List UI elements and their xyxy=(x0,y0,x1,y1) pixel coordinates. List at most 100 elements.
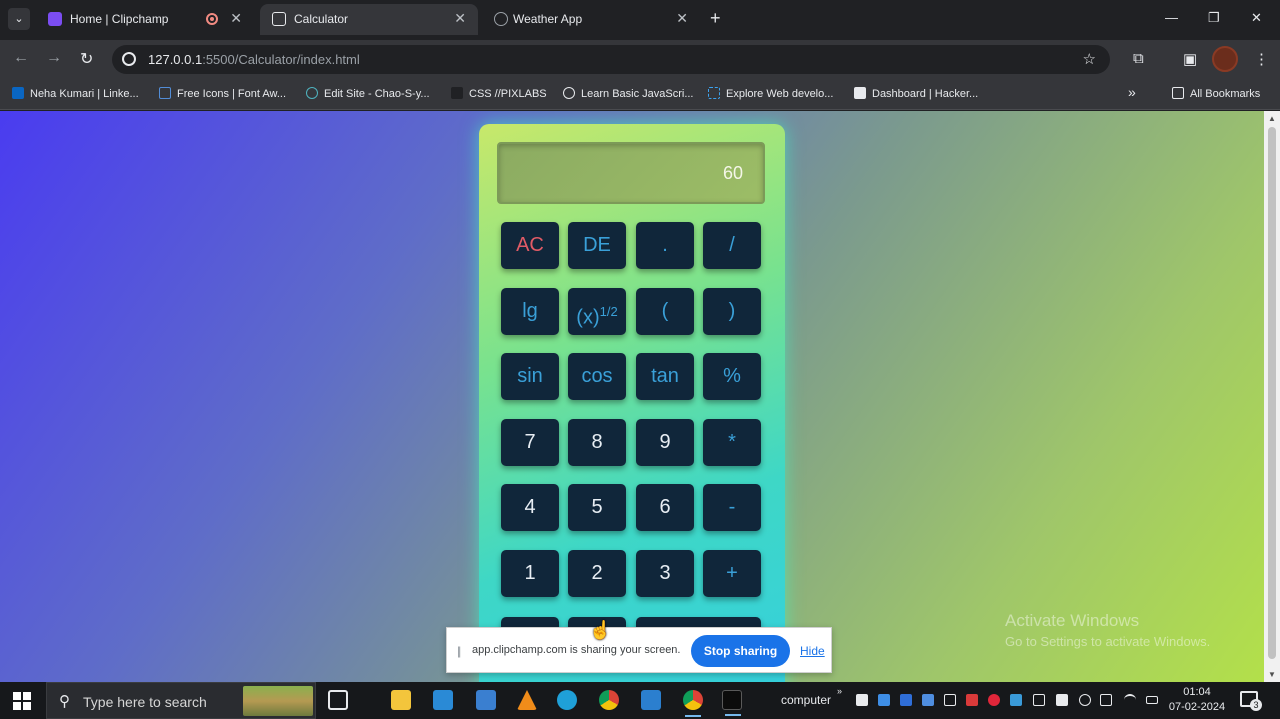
close-tab-icon[interactable]: ✕ xyxy=(230,10,242,27)
hide-button[interactable]: Hide xyxy=(800,644,825,658)
tray-label[interactable]: computer xyxy=(781,693,831,707)
bookmark-item[interactable]: Edit Site - Chao-S-y... xyxy=(306,87,430,100)
key-8[interactable]: 8 xyxy=(568,419,626,466)
web-dev-icon xyxy=(708,87,720,99)
drag-handle[interactable]: || xyxy=(457,644,461,658)
key-close-paren[interactable]: ) xyxy=(703,288,761,335)
key-5[interactable]: 5 xyxy=(568,484,626,531)
key-percent[interactable]: % xyxy=(703,353,761,400)
key-4[interactable]: 4 xyxy=(501,484,559,531)
activate-windows-watermark: Activate Windows Go to Settings to activ… xyxy=(1005,611,1210,649)
key-open-paren[interactable]: ( xyxy=(636,288,694,335)
tray-app-icon[interactable] xyxy=(944,694,956,706)
key-minus[interactable]: - xyxy=(703,484,761,531)
taskbar-clock[interactable]: 01:04 07-02-2024 xyxy=(1166,685,1228,715)
key-sqrt[interactable]: (x)1/2 xyxy=(568,288,626,335)
forward-button[interactable]: → xyxy=(46,49,62,67)
all-bookmarks-button[interactable]: All Bookmarks xyxy=(1172,87,1260,100)
key-multiply[interactable]: * xyxy=(703,419,761,466)
scrollbar-thumb[interactable] xyxy=(1268,127,1276,659)
scroll-down-arrow[interactable]: ▼ xyxy=(1268,670,1276,679)
tray-overflow-icon[interactable]: » xyxy=(837,686,849,698)
store-icon[interactable] xyxy=(433,690,453,710)
bookmark-item[interactable]: Neha Kumari | Linke... xyxy=(12,87,139,100)
profile-avatar[interactable] xyxy=(1212,46,1238,72)
vscode-icon[interactable] xyxy=(641,690,661,710)
minimize-button[interactable]: — xyxy=(1165,10,1178,25)
key-log[interactable]: lg xyxy=(501,288,559,335)
key-all-clear[interactable]: AC xyxy=(501,222,559,269)
restore-button[interactable]: ❐ xyxy=(1208,10,1220,26)
stop-sharing-button[interactable]: Stop sharing xyxy=(691,635,790,667)
tray-app-icon[interactable] xyxy=(878,694,890,706)
key-decimal[interactable]: . xyxy=(636,222,694,269)
key-7[interactable]: 7 xyxy=(501,419,559,466)
close-window-button[interactable]: ✕ xyxy=(1251,10,1262,26)
tray-app-icon[interactable] xyxy=(1033,694,1045,706)
tray-app-icon[interactable] xyxy=(900,694,912,706)
new-tab-button[interactable]: + xyxy=(710,8,721,29)
watermark-subtitle: Go to Settings to activate Windows. xyxy=(1005,634,1211,649)
bookmark-item[interactable]: CSS //PIXLABS xyxy=(451,87,547,100)
mail-icon[interactable] xyxy=(476,690,496,710)
globe-icon xyxy=(494,12,508,26)
tray-app-icon[interactable] xyxy=(966,694,978,706)
url-text[interactable]: 127.0.0.1:5500/Calculator/index.html xyxy=(148,52,360,67)
bookmark-star-icon[interactable]: ☆ xyxy=(1083,50,1096,68)
edge-icon[interactable] xyxy=(557,690,577,710)
key-6[interactable]: 6 xyxy=(636,484,694,531)
battery-icon[interactable] xyxy=(1146,696,1158,704)
fontawesome-icon xyxy=(159,87,171,99)
back-button[interactable]: ← xyxy=(13,49,29,67)
notification-icon[interactable]: 3 xyxy=(1240,691,1262,711)
wifi-icon[interactable] xyxy=(1124,694,1136,706)
tab-search-button[interactable]: ⌄ xyxy=(8,8,30,30)
bookmark-item[interactable]: Dashboard | Hacker... xyxy=(854,87,978,100)
tab-clipchamp[interactable]: Home | Clipchamp ✕ xyxy=(36,4,254,35)
key-9[interactable]: 9 xyxy=(636,419,694,466)
key-delete[interactable]: DE xyxy=(568,222,626,269)
page-scrollbar[interactable]: ▲ ▼ xyxy=(1264,111,1280,682)
key-tan[interactable]: tan xyxy=(636,353,694,400)
tray-app-icon[interactable] xyxy=(1079,694,1091,706)
tray-app-icon[interactable] xyxy=(988,694,1000,706)
key-3[interactable]: 3 xyxy=(636,550,694,597)
key-cos[interactable]: cos xyxy=(568,353,626,400)
page-viewport: 60 AC DE. / lg (x)1/2() sin cos tan% 7 8 9 * 4 5 6- 1 2 3… xyxy=(0,111,1264,682)
close-tab-icon[interactable]: ✕ xyxy=(454,10,466,27)
key-1[interactable]: 1 xyxy=(501,550,559,597)
terminal-icon[interactable] xyxy=(722,690,742,716)
taskbar-search[interactable]: ⚲ Type here to search xyxy=(46,682,316,719)
task-view-icon[interactable] xyxy=(328,690,348,710)
key-plus[interactable]: + xyxy=(703,550,761,597)
key-divide[interactable]: / xyxy=(703,222,761,269)
tray-app-icon[interactable] xyxy=(1010,694,1022,706)
tray-app-icon[interactable] xyxy=(1056,694,1068,706)
menu-icon[interactable]: ⋮ xyxy=(1254,50,1269,68)
site-info-icon[interactable] xyxy=(122,52,136,66)
tray-app-icon[interactable] xyxy=(922,694,934,706)
bookmark-item[interactable]: Explore Web develo... xyxy=(708,87,833,100)
extensions-icon[interactable]: ⧉ xyxy=(1133,50,1144,67)
clock-date: 07-02-2024 xyxy=(1168,701,1226,713)
scroll-up-arrow[interactable]: ▲ xyxy=(1268,114,1276,123)
volume-icon[interactable] xyxy=(1100,694,1112,706)
windows-start-button[interactable] xyxy=(13,692,31,710)
more-bookmarks-button[interactable]: » xyxy=(1128,84,1136,100)
key-sin[interactable]: sin xyxy=(501,353,559,400)
file-explorer-icon[interactable] xyxy=(391,690,411,710)
chrome-icon[interactable] xyxy=(599,690,619,710)
microphone-icon[interactable] xyxy=(856,694,868,706)
tab-calculator[interactable]: Calculator ✕ xyxy=(260,4,478,35)
key-2[interactable]: 2 xyxy=(568,550,626,597)
side-panel-icon[interactable]: ▣ xyxy=(1183,50,1197,68)
reload-button[interactable]: ↻ xyxy=(80,49,93,69)
close-tab-icon[interactable]: ✕ xyxy=(676,10,688,27)
vlc-icon[interactable] xyxy=(517,690,537,710)
bookmark-item[interactable]: Free Icons | Font Aw... xyxy=(159,87,286,100)
tab-weather[interactable]: Weather App ✕ xyxy=(482,4,700,35)
address-bar[interactable]: 127.0.0.1:5500/Calculator/index.html ☆ xyxy=(112,45,1110,74)
bookmark-item[interactable]: Learn Basic JavaScri... xyxy=(563,87,694,100)
chrome-active-icon[interactable] xyxy=(683,690,703,717)
share-message: app.clipchamp.com is sharing your screen… xyxy=(472,644,681,656)
